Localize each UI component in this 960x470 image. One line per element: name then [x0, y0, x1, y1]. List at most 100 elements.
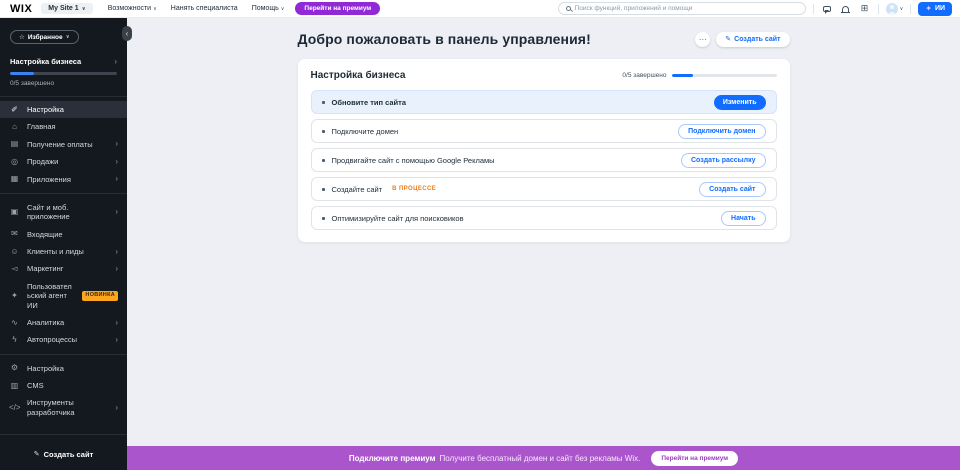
sidebar: ☆ Избранное ∨ ‹ Настройка бизнеса › 0/5 … [0, 18, 127, 470]
task-button-create-site[interactable]: Создать сайт [699, 182, 765, 197]
banner-upgrade-button[interactable]: Перейти на премиум [651, 451, 738, 466]
sidebar-item-ai-agent[interactable]: ✦Пользовательский агент ИИНОВИНКА [0, 278, 127, 314]
card-header: Настройка бизнеса 0/5 завершено [311, 70, 777, 81]
sidebar-item-contacts[interactable]: ☺Клиенты и лиды› [0, 243, 127, 260]
topbar-link-label: Возможности [108, 5, 151, 12]
sidebar-setup-title: Настройка бизнеса [10, 57, 81, 66]
topbar-link-features[interactable]: Возможности∨ [108, 5, 157, 12]
more-options-button[interactable]: ··· [695, 32, 710, 47]
sidebar-item-label: Главная [27, 122, 118, 131]
sidebar-item-label: Сайт и моб. приложение [27, 203, 108, 222]
task-label: Оптимизируйте сайт для поисковиков [332, 214, 464, 223]
premium-banner: Подключите премиум Получите бесплатный д… [127, 446, 960, 470]
task-row-google-ads: Продвигайте сайт с помощью Google Реклам… [311, 148, 777, 172]
task-row-update-site-type: Обновите тип сайта Изменить [311, 90, 777, 114]
wix-logo: WIX [10, 3, 32, 15]
settings-icon: ⚙ [9, 364, 20, 372]
site-selector[interactable]: My Site 1 ∨ [41, 3, 92, 14]
task-button-google-ads[interactable]: Создать рассылку [681, 153, 766, 168]
task-button-seo[interactable]: Начать [721, 211, 765, 226]
chat-icon[interactable] [821, 3, 833, 15]
sidebar-item-automations[interactable]: ϟАвтопроцессы› [0, 331, 127, 348]
task-label: Обновите тип сайта [332, 98, 407, 107]
automations-icon: ϟ [9, 336, 20, 344]
sidebar-item-apps[interactable]: ▦ Приложения › [0, 171, 127, 188]
sidebar-item-analytics[interactable]: ∿Аналитика› [0, 314, 127, 331]
sidebar-item-label: Инструменты разработчика [27, 398, 108, 417]
notifications-bell-icon[interactable] [840, 3, 852, 15]
task-list: Обновите тип сайтаИзменитьПодключите дом… [311, 90, 777, 230]
favorites-button[interactable]: ☆ Избранное ∨ [10, 30, 79, 44]
account-menu[interactable]: ∨ [886, 3, 904, 15]
main-area: Добро пожаловать в панель управления! ··… [127, 18, 960, 470]
star-icon: ☆ [19, 33, 25, 41]
chevron-right-icon: › [115, 319, 118, 327]
sidebar-top: ☆ Избранное ∨ ‹ [0, 18, 127, 51]
search-input[interactable] [575, 5, 798, 12]
sidebar-bottom: ✎ Создать сайт [0, 434, 127, 470]
bullet-icon [322, 101, 325, 104]
content-column: Добро пожаловать в панель управления! ··… [298, 18, 790, 446]
create-site-button[interactable]: ✎ Создать сайт [716, 32, 789, 47]
sparkle-icon: ✦ [925, 5, 932, 13]
sidebar-create-site-button[interactable]: ✎ Создать сайт [34, 450, 94, 459]
sales-icon: ◎ [9, 158, 20, 166]
chevron-right-icon: › [115, 404, 118, 412]
task-button-connect-domain[interactable]: Подключить домен [678, 124, 765, 139]
sidebar-item-label: Настройка [27, 105, 118, 114]
sidebar-item-inbox[interactable]: ✉Входящие [0, 226, 127, 243]
sidebar-setup-progress[interactable]: Настройка бизнеса › 0/5 завершено [0, 51, 127, 97]
banner-title: Подключите премиум [349, 454, 436, 463]
pencil-icon: ✎ [725, 35, 731, 43]
bullet-icon [322, 159, 325, 162]
sidebar-menu: ✐ Настройка ⌂Главная▤Получение оплаты› ◎ Про… [0, 97, 127, 423]
upgrade-button[interactable]: Перейти на премиум [295, 2, 380, 15]
sidebar-divider [0, 354, 127, 355]
chevron-right-icon: › [115, 175, 118, 183]
ai-button-label: ИИ [935, 5, 945, 12]
topbar-link-help[interactable]: Помощь∨ [252, 5, 285, 12]
chevron-down-icon: ∨ [153, 6, 157, 12]
sidebar-item-label: Автопроцессы [27, 335, 108, 344]
analytics-icon: ∿ [9, 319, 20, 327]
collapse-sidebar-button[interactable]: ‹ [122, 26, 132, 41]
header-actions: ··· ✎ Создать сайт [695, 32, 789, 47]
card-progress-fill [672, 74, 693, 77]
card-progress: 0/5 завершено [622, 72, 776, 79]
sidebar-divider [0, 193, 127, 194]
sidebar-item-sales[interactable]: ◎Продажи› [0, 153, 127, 170]
sidebar-item-home[interactable]: ⌂Главная [0, 118, 127, 135]
topbar-link-hire-professional[interactable]: Нанять специалиста [171, 5, 238, 12]
sidebar-item-dev-tools[interactable]: </>Инструменты разработчика› [0, 394, 127, 421]
sidebar-item-payments[interactable]: ▤Получение оплаты› [0, 136, 127, 153]
site-selector-label: My Site 1 [48, 5, 78, 12]
sidebar-item-setup[interactable]: ✐ Настройка [0, 101, 127, 118]
sidebar-item-settings[interactable]: ⚙Настройка [0, 360, 127, 377]
bullet-icon [322, 130, 325, 133]
setup-icon: ✐ [9, 106, 20, 114]
sidebar-item-label: Приложения [27, 175, 108, 184]
site-mobile-icon: ▣ [9, 208, 20, 216]
sidebar-item-cms[interactable]: ▥CMS [0, 377, 127, 394]
divider [813, 4, 814, 14]
card-progress-label: 0/5 завершено [622, 72, 666, 79]
ai-assistant-button[interactable]: ✦ ИИ [918, 2, 952, 16]
chevron-right-icon: › [115, 140, 118, 148]
sidebar-create-site-label: Создать сайт [44, 450, 94, 459]
task-label: Создайте сайт [332, 185, 383, 194]
banner-text: Получите бесплатный домен и сайт без рек… [440, 454, 641, 463]
apps-icon: ▦ [9, 175, 20, 183]
task-label: Продвигайте сайт с помощью Google Реклам… [332, 156, 495, 165]
sidebar-item-site-mobile[interactable]: ▣Сайт и моб. приложение› [0, 199, 127, 226]
sidebar-item-marketing[interactable]: ◅Маркетинг› [0, 260, 127, 277]
create-site-label: Создать сайт [734, 36, 780, 43]
sidebar-item-label: Продажи [27, 157, 108, 166]
search-bar[interactable] [558, 2, 806, 15]
marketing-icon: ◅ [9, 265, 20, 273]
task-button-update-site-type[interactable]: Изменить [714, 95, 766, 110]
chevron-down-icon: ∨ [82, 6, 86, 12]
sidebar-item-label: Маркетинг [27, 264, 108, 273]
sidebar-progress-track [10, 72, 117, 75]
apps-grid-icon[interactable]: ⊞ [859, 3, 871, 15]
pencil-icon: ✎ [34, 450, 40, 458]
